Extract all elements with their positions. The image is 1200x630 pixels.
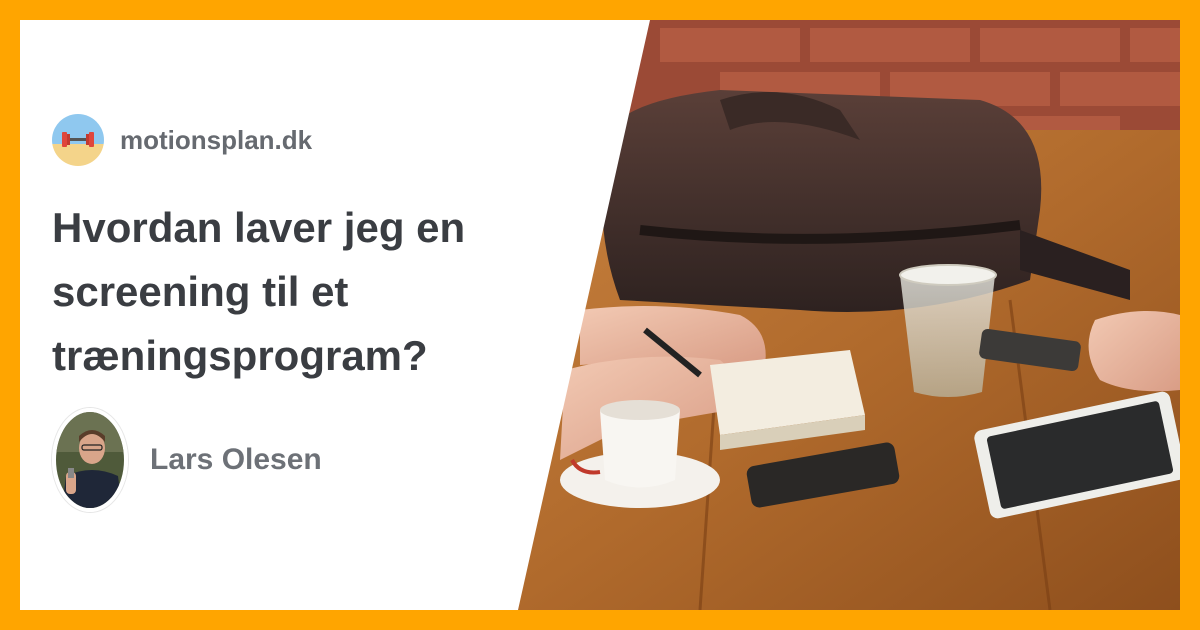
author-name: Lars Olesen [150,443,322,476]
site-branding[interactable]: motionsplan.dk [52,114,312,166]
card-inner: motionsplan.dk Hvordan laver jeg en scre… [20,20,1180,610]
article-title: Hvordan laver jeg en screening til et tr… [52,204,466,379]
share-card: motionsplan.dk Hvordan laver jeg en scre… [0,0,1200,630]
site-name[interactable]: motionsplan.dk [120,125,312,156]
dumbbell-beach-icon [52,114,104,166]
author-byline: Lars Olesen [52,408,322,512]
author-avatar [52,408,128,512]
